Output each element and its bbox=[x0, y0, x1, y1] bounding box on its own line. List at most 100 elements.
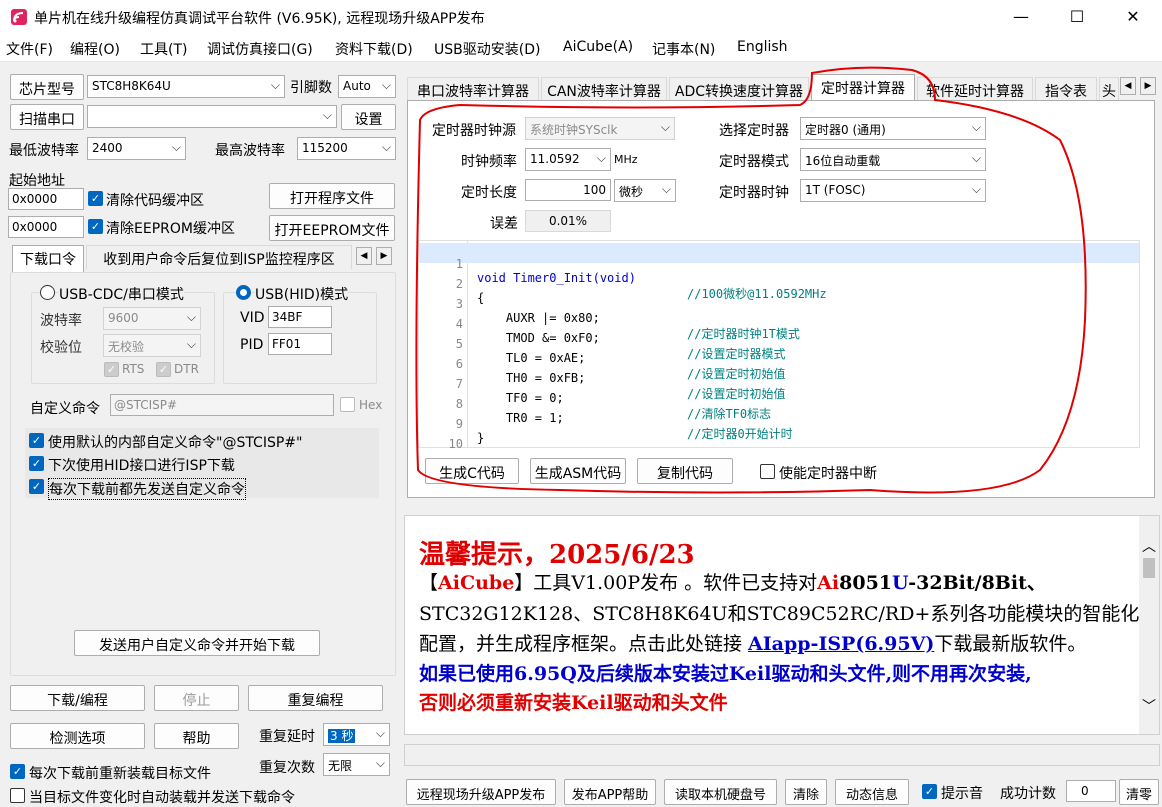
repeat-count-value: 无限 bbox=[328, 759, 353, 773]
remote-upgrade-publish-button[interactable]: 远程现场升级APP发布 bbox=[406, 779, 556, 805]
timer-length-unit-select[interactable]: 微秒 ⌵ bbox=[614, 179, 676, 202]
tab-adc-speed-calc[interactable]: ADC转换速度计算器 bbox=[669, 77, 809, 101]
select-timer-select[interactable]: 定时器0 (通用) ⌵ bbox=[800, 117, 986, 140]
notice-panel: 温馨提示，2025/6/23 【AiCube】工具V1.00P发布 。软件已支持… bbox=[404, 515, 1160, 735]
rts-checkbox[interactable]: ✓ bbox=[104, 362, 119, 377]
max-baud-select[interactable]: 115200 ⌵ bbox=[297, 137, 396, 160]
code-line: 5 TL0 = 0xAE; //设置定时初始值 bbox=[419, 323, 1139, 381]
tab-isp-reset[interactable]: 收到用户命令后复位到ISP监控程序区 bbox=[86, 245, 352, 269]
tab-scroll-left-icon[interactable]: ◀ bbox=[356, 247, 372, 265]
menu-english[interactable]: English bbox=[737, 39, 788, 55]
stop-button[interactable]: 停止 bbox=[154, 685, 239, 711]
check-options-button[interactable]: 检测选项 bbox=[10, 723, 145, 749]
reprogram-button[interactable]: 重复编程 bbox=[248, 685, 383, 711]
chevron-down-icon: ⌵ bbox=[322, 108, 332, 122]
read-disk-id-button[interactable]: 读取本机硬盘号 bbox=[664, 779, 777, 805]
timer-mode-select[interactable]: 16位自动重载 ⌵ bbox=[800, 148, 986, 171]
chip-model-select[interactable]: STC8H8K64U ⌵ bbox=[87, 75, 285, 98]
auto-reload-checkbox[interactable] bbox=[10, 788, 25, 803]
menu-program[interactable]: 编程(O) bbox=[70, 39, 120, 59]
scrollbar-thumb[interactable] bbox=[1143, 558, 1155, 578]
reload-target-checkbox[interactable]: ✓ bbox=[10, 764, 25, 779]
menu-usb-driver[interactable]: USB驱动安装(D) bbox=[434, 39, 540, 59]
help-button[interactable]: 帮助 bbox=[154, 723, 239, 749]
dtr-checkbox[interactable]: ✓ bbox=[156, 362, 171, 377]
clear-code-checkbox[interactable]: ✓ bbox=[88, 191, 103, 206]
reset-count-button[interactable]: 清零 bbox=[1119, 779, 1159, 805]
code-line: 7 TF0 = 0; //清除TF0标志 bbox=[419, 363, 1139, 421]
scroll-down-icon[interactable]: ﹀ bbox=[1142, 696, 1156, 716]
menu-download[interactable]: 资料下载(D) bbox=[335, 39, 413, 59]
generate-c-code-button[interactable]: 生成C代码 bbox=[425, 458, 519, 484]
repeat-delay-label: 重复延时 bbox=[259, 729, 315, 745]
code-start-address-input[interactable]: 0x0000 bbox=[8, 188, 84, 210]
timer-clock-source-select[interactable]: 系统时钟SYSclk ⌵ bbox=[525, 117, 675, 140]
scan-port-button[interactable]: 扫描串口 bbox=[10, 104, 84, 130]
tab-scroll-right-icon[interactable]: ▶ bbox=[376, 247, 392, 265]
usb-hid-radio[interactable] bbox=[236, 285, 251, 300]
tab-scroll-left-icon[interactable]: ◀ bbox=[1120, 77, 1136, 95]
tab-header[interactable]: 头 bbox=[1099, 77, 1119, 101]
menu-tools[interactable]: 工具(T) bbox=[140, 39, 187, 59]
minimize-button[interactable]: — bbox=[998, 0, 1044, 34]
clear-eeprom-checkbox[interactable]: ✓ bbox=[88, 219, 103, 234]
notice-u-text: U bbox=[892, 572, 909, 594]
open-program-file-button[interactable]: 打开程序文件 bbox=[269, 183, 395, 209]
success-count-label: 成功计数 bbox=[1000, 786, 1056, 802]
clear-button[interactable]: 清除 bbox=[785, 779, 827, 805]
repeat-delay-select[interactable]: 3 秒 ⌵ bbox=[323, 723, 390, 746]
hex-checkbox[interactable] bbox=[340, 397, 355, 412]
send-custom-command-button[interactable]: 发送用户自定义命令并开始下载 bbox=[74, 630, 320, 656]
usb-cdc-radio[interactable] bbox=[40, 285, 55, 300]
menu-debug[interactable]: 调试仿真接口(G) bbox=[207, 39, 313, 59]
pins-select[interactable]: Auto ⌵ bbox=[338, 75, 396, 98]
tab-uart-baud-calc[interactable]: 串口波特率计算器 bbox=[407, 77, 539, 101]
generate-asm-code-button[interactable]: 生成ASM代码 bbox=[530, 458, 626, 484]
close-button[interactable]: ✕ bbox=[1110, 0, 1156, 34]
custom-command-input[interactable]: @STCISP# bbox=[110, 394, 334, 416]
chip-model-value: STC8H8K64U bbox=[92, 79, 171, 93]
code-editor[interactable]: 1 void Timer0_Init(void) //100微秒@11.0592… bbox=[418, 240, 1140, 451]
min-baud-select[interactable]: 2400 ⌵ bbox=[87, 137, 186, 160]
enable-timer-interrupt-checkbox[interactable] bbox=[760, 464, 775, 479]
eeprom-start-address-input[interactable]: 0x0000 bbox=[8, 216, 84, 238]
dynamic-info-button[interactable]: 动态信息 bbox=[835, 779, 909, 805]
notice-scrollbar[interactable]: ︿ ﹀ bbox=[1139, 516, 1159, 734]
repeat-count-select[interactable]: 无限 ⌵ bbox=[323, 753, 390, 776]
tab-instruction-table[interactable]: 指令表 bbox=[1035, 77, 1097, 101]
title-bar: 单片机在线升级编程仿真调试平台软件 (V6.95K), 远程现场升级APP发布 … bbox=[0, 0, 1162, 34]
download-program-button[interactable]: 下载/编程 bbox=[10, 685, 145, 711]
baud-value: 9600 bbox=[108, 311, 139, 325]
menu-file[interactable]: 文件(F) bbox=[6, 39, 53, 59]
vid-input[interactable]: 34BF bbox=[268, 306, 332, 328]
publish-app-help-button[interactable]: 发布APP帮助 bbox=[564, 779, 656, 805]
download-link[interactable]: AIapp-ISP(6.95V) bbox=[748, 633, 934, 655]
tab-scroll-right-icon[interactable]: ▶ bbox=[1140, 77, 1156, 95]
pid-input[interactable]: FF01 bbox=[268, 333, 332, 355]
open-eeprom-file-button[interactable]: 打开EEPROM文件 bbox=[269, 215, 395, 241]
menu-notepad[interactable]: 记事本(N) bbox=[652, 39, 715, 59]
tab-can-baud-calc[interactable]: CAN波特率计算器 bbox=[541, 77, 667, 101]
parity-select[interactable]: 无校验 ⌵ bbox=[103, 334, 201, 357]
timer-length-input[interactable]: 100 bbox=[525, 179, 611, 201]
settings-button[interactable]: 设置 bbox=[341, 104, 396, 130]
port-select[interactable]: ⌵ bbox=[87, 105, 337, 128]
error-value: 0.01% bbox=[525, 210, 611, 232]
use-default-command-checkbox[interactable]: ✓ bbox=[29, 433, 44, 448]
maximize-button[interactable]: ☐ bbox=[1054, 0, 1100, 34]
use-hid-next-checkbox[interactable]: ✓ bbox=[29, 456, 44, 471]
enable-timer-interrupt-label: 使能定时器中断 bbox=[779, 466, 877, 482]
tab-download-password[interactable]: 下载口令 bbox=[12, 245, 84, 273]
menu-aicube[interactable]: AiCube(A) bbox=[563, 39, 633, 55]
clock-frequency-select[interactable]: 11.0592 ⌵ bbox=[525, 148, 611, 171]
tab-timer-calc[interactable]: 定时器计算器 bbox=[811, 74, 915, 101]
scroll-up-icon[interactable]: ︿ bbox=[1142, 536, 1156, 556]
sound-checkbox[interactable]: ✓ bbox=[922, 784, 937, 799]
send-command-before-download-checkbox[interactable]: ✓ bbox=[29, 479, 44, 494]
copy-code-button[interactable]: 复制代码 bbox=[637, 458, 733, 484]
tab-software-delay-calc[interactable]: 软件延时计算器 bbox=[917, 77, 1033, 101]
notice-aicube-text: AiCube bbox=[438, 572, 515, 594]
code-line: 1 void Timer0_Init(void) //100微秒@11.0592… bbox=[419, 243, 1139, 301]
baud-select[interactable]: 9600 ⌵ bbox=[103, 307, 201, 330]
timer-clock-select[interactable]: 1T (FOSC) ⌵ bbox=[800, 179, 986, 202]
